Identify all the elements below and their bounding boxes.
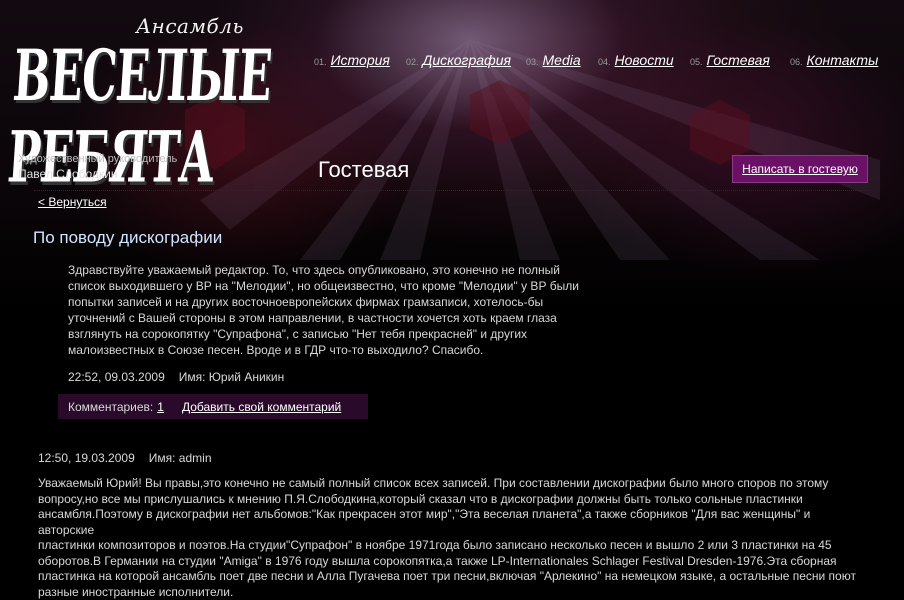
write-guestbook-button[interactable]: Написать в гостевую	[732, 155, 868, 183]
nav-item-guestbook[interactable]: 05. Гостевая	[690, 52, 770, 70]
page-title: Гостевая	[318, 157, 409, 183]
post-title: По поводу дискографии	[33, 228, 222, 248]
nav-link-guestbook[interactable]: Гостевая	[707, 52, 770, 68]
post-line: Здравствуйте уважаемый редактор. То, что…	[68, 262, 593, 278]
nav-number: 02.	[406, 57, 419, 67]
back-link[interactable]: < Вернуться	[38, 195, 107, 209]
post-line: уточнений с Вашей стороны в этом направл…	[68, 310, 593, 326]
artistic-director: Художественный руководитель Павел Слобод…	[18, 153, 177, 181]
post-datetime: 22:52, 09.03.2009	[68, 370, 165, 384]
post-line: попытки записей и на других восточноевро…	[68, 294, 593, 310]
nav-item-media[interactable]: 03. Media	[526, 52, 581, 70]
divider	[34, 190, 868, 191]
post-body: Здравствуйте уважаемый редактор. То, что…	[68, 262, 593, 358]
reply-line: Уважаемый Юрий! Вы правы,это конечно не …	[38, 476, 868, 492]
nav-number: 04.	[598, 57, 611, 67]
add-comment-link[interactable]: Добавить свой комментарий	[182, 400, 341, 414]
reply-body: Уважаемый Юрий! Вы правы,это конечно не …	[38, 476, 868, 600]
reply-line: ансамбля.Поэтому в дискографии нет альбо…	[38, 507, 868, 538]
post-line: взглянуть на сорокопятку "Супрафона", с …	[68, 326, 593, 342]
post-meta: 22:52, 09.03.2009 Имя: Юрий Аникин	[68, 370, 284, 384]
nav-link-history[interactable]: История	[331, 52, 390, 68]
post-author: Имя: Юрий Аникин	[179, 370, 285, 384]
reply-meta: 12:50, 19.03.2009 Имя: admin	[38, 451, 212, 465]
comments-label: Комментариев:	[68, 400, 153, 414]
nav-link-discography[interactable]: Дискография	[423, 52, 511, 68]
comments-count-link[interactable]: 1	[157, 400, 164, 414]
nav-link-media[interactable]: Media	[543, 52, 581, 68]
post-line: список выходившего у ВР на "Мелодии", но…	[68, 278, 593, 294]
nav-number: 01.	[314, 57, 327, 67]
reply-line: оборотов.В Германии на студии "Amiga" в …	[38, 554, 868, 570]
director-role: Художественный руководитель	[18, 153, 177, 165]
nav-item-news[interactable]: 04. Новости	[598, 52, 674, 70]
logo-subtitle: Ансамбль	[136, 14, 244, 38]
reply-line: пластинки композиторов и поэтов.На студи…	[38, 538, 868, 554]
comments-bar: Комментариев: 1 Добавить свой комментари…	[58, 394, 368, 419]
nav-item-history[interactable]: 01. История	[314, 52, 390, 70]
nav-link-contacts[interactable]: Контакты	[807, 52, 879, 68]
reply-line: вопросу,но все мы прислушались к мнению …	[38, 492, 868, 508]
reply-line: пластинка на которой ансамбль поет две п…	[38, 569, 868, 585]
nav-number: 05.	[690, 57, 703, 67]
reply-author: Имя: admin	[149, 451, 212, 465]
nav-item-discography[interactable]: 02. Дискография	[406, 52, 511, 70]
logo[interactable]: Ансамбль ВЕСЕЛЫЕ РЕБЯТА	[16, 14, 282, 126]
nav-item-contacts[interactable]: 06. Контакты	[790, 52, 878, 70]
nav-link-news[interactable]: Новости	[615, 52, 674, 68]
nav-number: 03.	[526, 57, 539, 67]
director-name: Павел Слободкин	[18, 167, 177, 181]
post-line: малоизвестных в Союзе песен. Вроде и в Г…	[68, 342, 593, 358]
reply-datetime: 12:50, 19.03.2009	[38, 451, 135, 465]
nav-number: 06.	[790, 57, 803, 67]
write-guestbook-label[interactable]: Написать в гостевую	[742, 162, 858, 176]
